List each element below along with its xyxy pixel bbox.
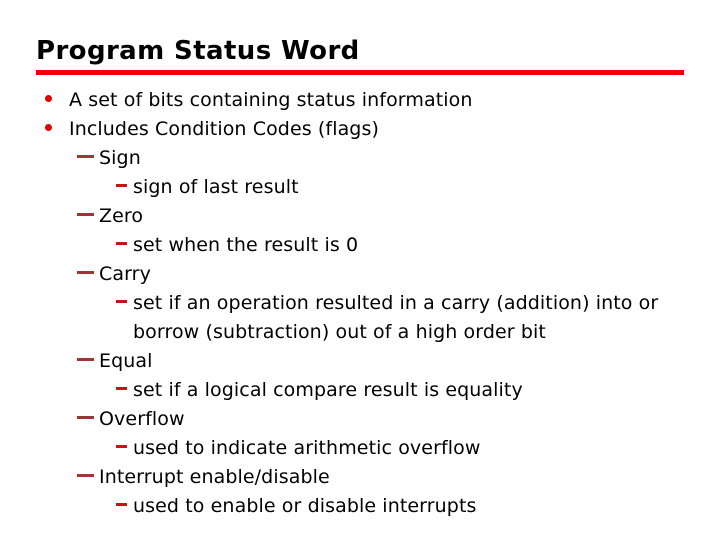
bullet-item-level3: set if an operation resulted in a carry …	[36, 289, 708, 347]
bullet-text: Overflow	[99, 408, 185, 430]
bullet-text: sign of last result	[133, 176, 299, 198]
bullet-item-level3: set when the result is 0	[36, 231, 708, 260]
em-dash-icon	[77, 202, 99, 231]
bullet-item-level2: Interrupt enable/disable	[36, 463, 708, 492]
title-underline-rule	[36, 70, 684, 75]
bullet-text: used to enable or disable interrupts	[133, 495, 477, 517]
bullet-item-level1: Includes Condition Codes (flags)	[36, 115, 708, 144]
bullet-item-level2: Zero	[36, 202, 708, 231]
en-dash-icon	[116, 231, 133, 260]
bullet-text: Sign	[99, 147, 141, 169]
bullet-item-level2: Carry	[36, 260, 708, 289]
bullet-text: A set of bits containing status informat…	[69, 89, 473, 111]
bullet-text: set when the result is 0	[133, 234, 359, 256]
bullet-item-level2: Equal	[36, 347, 708, 376]
en-dash-icon	[116, 376, 133, 405]
bullet-text: Carry	[99, 263, 151, 285]
bullet-item-level3: used to indicate arithmetic overflow	[36, 434, 708, 463]
en-dash-icon	[116, 173, 133, 202]
bullet-text: Equal	[99, 350, 153, 372]
bullet-text: Includes Condition Codes (flags)	[69, 118, 379, 140]
bullet-dot-icon	[42, 115, 69, 144]
bullet-item-level3: set if a logical compare result is equal…	[36, 376, 708, 405]
page-title: Program Status Word	[36, 36, 360, 66]
bullet-item-level1: A set of bits containing status informat…	[36, 86, 708, 115]
bullet-item-level2: Overflow	[36, 405, 708, 434]
title-block: Program Status Word	[36, 36, 684, 75]
bullet-list: A set of bits containing status informat…	[36, 86, 708, 521]
bullet-text: Zero	[99, 205, 144, 227]
en-dash-icon	[116, 434, 133, 463]
en-dash-icon	[116, 289, 133, 318]
bullet-text: used to indicate arithmetic overflow	[133, 437, 481, 459]
bullet-dot-icon	[42, 86, 69, 115]
em-dash-icon	[77, 260, 99, 289]
slide-canvas: Program Status Word A set of bits contai…	[0, 0, 720, 540]
em-dash-icon	[77, 463, 99, 492]
en-dash-icon	[116, 492, 133, 521]
bullet-item-level3: used to enable or disable interrupts	[36, 492, 708, 521]
bullet-text: set if an operation resulted in a carry …	[133, 292, 665, 343]
em-dash-icon	[77, 144, 99, 173]
bullet-item-level3: sign of last result	[36, 173, 708, 202]
em-dash-icon	[77, 347, 99, 376]
bullet-item-level2: Sign	[36, 144, 708, 173]
em-dash-icon	[77, 405, 99, 434]
bullet-text: set if a logical compare result is equal…	[133, 379, 523, 401]
bullet-text: Interrupt enable/disable	[99, 466, 330, 488]
